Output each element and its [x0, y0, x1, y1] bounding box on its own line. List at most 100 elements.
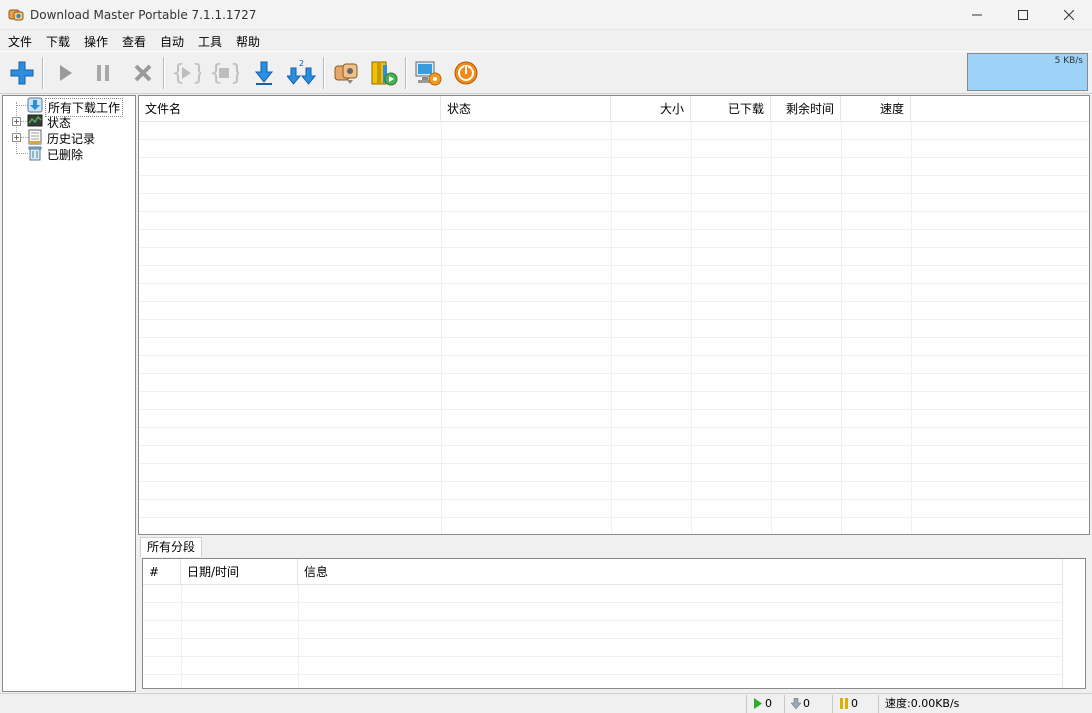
empty-row: [139, 122, 1089, 140]
schedule-button[interactable]: [368, 56, 400, 90]
empty-row: [139, 482, 1089, 500]
menu-action[interactable]: 操作: [84, 33, 108, 50]
paused-count-value: 0: [851, 697, 858, 710]
empty-row: [143, 639, 1064, 657]
log-scrollbar[interactable]: [1062, 559, 1085, 688]
empty-row: [139, 266, 1089, 284]
empty-row: [139, 500, 1089, 518]
menu-auto[interactable]: 自动: [160, 33, 184, 50]
tab-all-segments[interactable]: 所有分段: [140, 537, 203, 557]
stop-all-icon: { }: [209, 61, 239, 86]
minimize-icon: [972, 14, 982, 16]
close-button[interactable]: [1046, 0, 1092, 30]
svg-text:}: }: [192, 61, 201, 86]
maximize-button[interactable]: [1000, 0, 1046, 30]
speed-graph: 5 KB/s: [967, 53, 1088, 91]
minimize-button[interactable]: [954, 0, 1000, 30]
column-header-info[interactable]: 信息: [298, 559, 1064, 585]
start-all-icon: { }: [171, 61, 201, 86]
status-icon: [27, 114, 43, 127]
title-bar: Download Master Portable 7.1.1.1727: [0, 0, 1092, 30]
column-header-downloaded[interactable]: 已下载: [691, 96, 771, 122]
empty-row: [139, 302, 1089, 320]
tree-item-history[interactable]: + 历史记录: [3, 129, 135, 146]
segments-log-header: # 日期/时间 信息: [143, 559, 1085, 585]
history-icon: [28, 129, 42, 145]
status-bar: 0 0 0 速度:0.00KB/s: [0, 693, 1092, 713]
column-header-speed[interactable]: 速度: [841, 96, 911, 122]
queued-count-value: 0: [803, 697, 810, 710]
start-all-button[interactable]: { }: [170, 56, 202, 90]
column-header-size[interactable]: 大小: [611, 96, 691, 122]
empty-row: [139, 410, 1089, 428]
empty-row: [139, 158, 1089, 176]
monitor-icon: [415, 61, 442, 86]
stop-all-button[interactable]: { }: [208, 56, 240, 90]
power-button[interactable]: [450, 56, 482, 90]
empty-row: [143, 675, 1064, 688]
start-button[interactable]: [49, 56, 81, 90]
download-list-header: 文件名 状态 大小 已下载 剩余时间 速度: [139, 96, 1089, 122]
empty-row: [139, 392, 1089, 410]
column-header-datetime[interactable]: 日期/时间: [181, 559, 298, 585]
paused-count: 0: [832, 695, 878, 713]
menu-file[interactable]: 文件: [8, 33, 32, 50]
window-title: Download Master Portable 7.1.1.1727: [30, 8, 257, 22]
menu-tools[interactable]: 工具: [198, 33, 222, 50]
speed-graph-label: 5 KB/s: [1054, 56, 1083, 66]
column-header-time-left[interactable]: 剩余时间: [771, 96, 841, 122]
column-header-index[interactable]: #: [143, 559, 181, 585]
empty-row: [143, 603, 1064, 621]
column-header-status[interactable]: 状态: [441, 96, 611, 122]
download-list: 文件名 状态 大小 已下载 剩余时间 速度: [138, 95, 1090, 535]
trash-icon: [28, 146, 42, 161]
active-count: 0: [746, 695, 784, 713]
empty-row: [139, 518, 1089, 534]
segments-area: 所有分段 # 日期/时间 信息: [138, 536, 1090, 692]
tree-item-all-downloads[interactable]: 所有下载工作: [3, 97, 135, 117]
menu-view[interactable]: 查看: [122, 33, 146, 50]
download-2-button[interactable]: 2: [286, 56, 318, 90]
expand-icon[interactable]: +: [12, 117, 21, 126]
menu-download[interactable]: 下载: [46, 33, 70, 50]
add-download-button[interactable]: [6, 56, 38, 90]
column-header-filename[interactable]: 文件名: [139, 96, 441, 122]
schedule-icon: [371, 61, 398, 86]
empty-row: [139, 464, 1089, 482]
expand-icon[interactable]: +: [12, 133, 21, 142]
empty-row: [139, 356, 1089, 374]
pause-button[interactable]: [87, 56, 119, 90]
all-downloads-icon: [27, 97, 43, 113]
tree-item-deleted[interactable]: 已删除: [3, 145, 135, 162]
menu-bar: 文件 下载 操作 查看 自动 工具 帮助: [0, 30, 1092, 51]
download-icon: [254, 61, 274, 85]
empty-row: [139, 194, 1089, 212]
menu-help[interactable]: 帮助: [236, 33, 260, 50]
empty-row: [139, 212, 1089, 230]
empty-row: [139, 284, 1089, 302]
download-master-icon: [8, 9, 24, 21]
site-manager-button[interactable]: [330, 56, 362, 90]
download-button[interactable]: [248, 56, 280, 90]
empty-row: [143, 657, 1064, 675]
close-icon: [1064, 10, 1074, 20]
tree-item-status[interactable]: + 状态: [3, 113, 135, 130]
tree-item-label: 已删除: [47, 148, 84, 162]
add-download-icon: [10, 61, 34, 85]
empty-row: [139, 230, 1089, 248]
empty-row: [139, 446, 1089, 464]
maximize-icon: [1018, 10, 1028, 20]
segments-log: # 日期/时间 信息: [142, 558, 1086, 689]
site-manager-icon: [334, 63, 358, 84]
pause-icon: [97, 65, 109, 81]
monitor-button[interactable]: [412, 56, 444, 90]
delete-button[interactable]: [127, 56, 159, 90]
empty-row: [139, 248, 1089, 266]
empty-row: [139, 176, 1089, 194]
active-icon: [754, 698, 762, 709]
queued-count: 0: [784, 695, 832, 713]
empty-row: [143, 585, 1064, 603]
paused-icon: [840, 698, 848, 709]
speed-status: 速度:0.00KB/s: [878, 695, 1088, 713]
delete-icon: [134, 64, 152, 82]
